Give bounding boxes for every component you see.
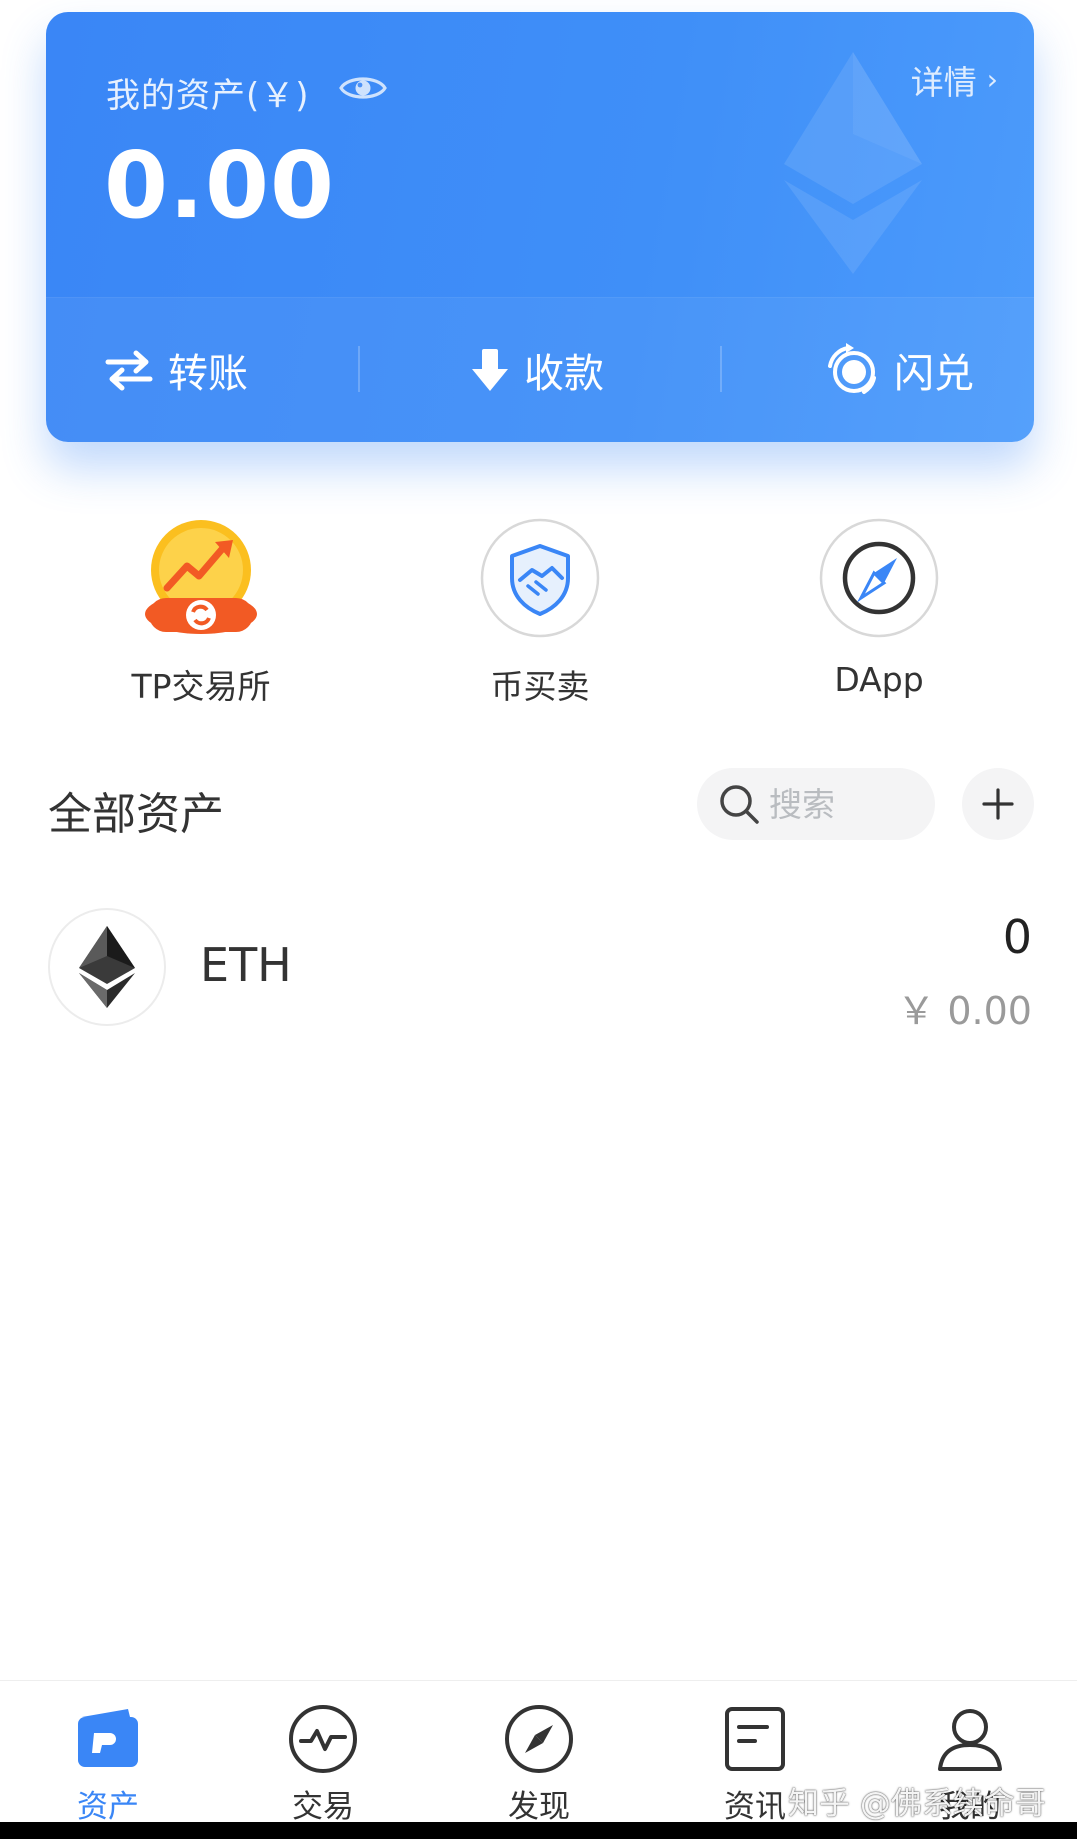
search-input[interactable] <box>769 784 909 824</box>
coin-avatar <box>48 908 166 1026</box>
nav-label: 资产 <box>77 1789 139 1825</box>
shortcut-tp-exchange[interactable]: TP交易所 <box>81 518 321 708</box>
flash-swap-icon <box>828 343 876 394</box>
nav-assets[interactable]: 资产 <box>18 1703 198 1826</box>
shortcut-coin-trade[interactable]: 币买卖 <box>420 518 660 708</box>
asset-summary: 我的资产(￥) 详情 › 0.00 <box>46 12 1034 298</box>
tp-exchange-icon <box>145 520 257 634</box>
coin-fiat-value: ￥ 0.00 <box>897 989 1032 1033</box>
transfer-button[interactable]: 转账 <box>104 298 248 442</box>
transfer-arrows-icon <box>105 350 153 391</box>
action-divider <box>720 346 722 392</box>
compass-icon <box>505 1705 573 1773</box>
nav-trade[interactable]: 交易 <box>233 1703 413 1826</box>
shortcut-dapp[interactable]: DApp <box>759 518 999 699</box>
plus-icon <box>982 788 1014 820</box>
receive-label: 收款 <box>524 351 604 397</box>
shield-handshake-icon <box>480 518 600 638</box>
coin-amount: 0 <box>1002 910 1032 964</box>
nav-label: 发现 <box>508 1789 570 1825</box>
shortcut-label: DApp <box>834 660 924 699</box>
trade-wave-icon <box>289 1705 357 1773</box>
ethereum-icon <box>79 926 135 1008</box>
action-divider <box>358 346 360 392</box>
detail-link[interactable]: 详情 › <box>911 56 998 104</box>
download-arrow-icon <box>472 349 508 391</box>
search-box[interactable] <box>697 768 935 840</box>
system-bottom-bar <box>0 1822 1077 1839</box>
add-asset-button[interactable] <box>962 768 1034 840</box>
eye-icon[interactable] <box>338 70 388 106</box>
coin-symbol: ETH <box>200 938 292 992</box>
section-title: 全部资产 <box>48 789 224 840</box>
nav-label: 资讯 <box>724 1789 786 1825</box>
receive-button[interactable]: 收款 <box>470 298 604 442</box>
wallet-icon <box>78 1709 138 1767</box>
balance-value: 0.00 <box>104 132 335 239</box>
shortcut-label: TP交易所 <box>131 667 271 706</box>
chevron-right-icon: › <box>986 63 998 96</box>
asset-card: 我的资产(￥) 详情 › 0.00 转账 收款 闪兑 <box>46 12 1034 442</box>
watermark-text: 知乎 @佛系续命哥 <box>788 1786 1046 1822</box>
user-icon <box>938 1709 1002 1771</box>
flash-swap-label: 闪兑 <box>894 351 974 397</box>
asset-row-eth[interactable]: ETH 0 ￥ 0.00 <box>48 908 1032 1033</box>
news-icon <box>725 1707 785 1771</box>
search-icon <box>720 785 759 824</box>
compass-icon <box>819 518 939 638</box>
ethereum-watermark-icon <box>784 52 922 274</box>
shortcut-label: 币买卖 <box>490 667 590 706</box>
nav-discover[interactable]: 发现 <box>449 1703 629 1826</box>
flash-swap-button[interactable]: 闪兑 <box>824 298 974 442</box>
asset-actions: 转账 收款 闪兑 <box>46 297 1034 442</box>
nav-label: 交易 <box>292 1789 354 1825</box>
asset-label: 我的资产(￥) <box>106 76 310 116</box>
transfer-label: 转账 <box>168 351 248 397</box>
